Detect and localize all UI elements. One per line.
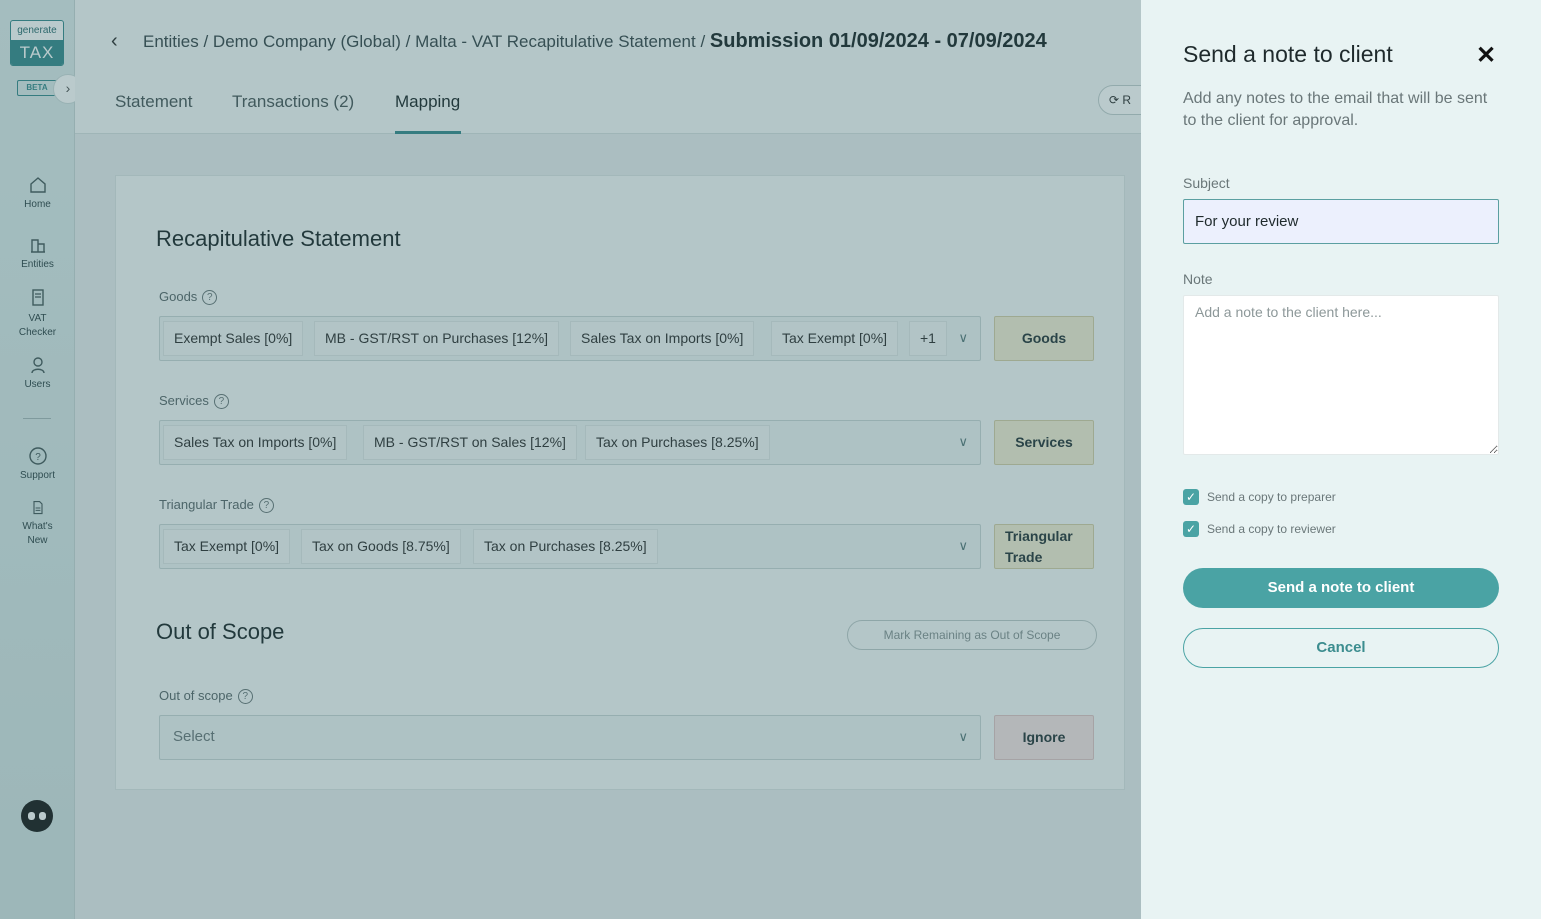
- note-label: Note: [1183, 271, 1213, 287]
- drawer-description: Add any notes to the email that will be …: [1183, 90, 1488, 129]
- checkbox-checked[interactable]: ✓: [1183, 489, 1199, 505]
- subject-input[interactable]: [1183, 199, 1499, 244]
- close-icon[interactable]: ✕: [1476, 41, 1496, 70]
- note-textarea[interactable]: [1183, 295, 1499, 455]
- drawer-title: Send a note to client: [1183, 41, 1393, 67]
- checkbox-checked[interactable]: ✓: [1183, 521, 1199, 537]
- cancel-button[interactable]: Cancel: [1183, 628, 1499, 668]
- copy-preparer-label: Send a copy to preparer: [1207, 490, 1336, 504]
- subject-label: Subject: [1183, 175, 1230, 191]
- send-note-button[interactable]: Send a note to client: [1183, 568, 1499, 608]
- modal-overlay[interactable]: [0, 0, 1141, 919]
- send-note-drawer: Send a note to client ✕ Add any notes to…: [1141, 0, 1541, 919]
- copy-reviewer-label: Send a copy to reviewer: [1207, 522, 1336, 536]
